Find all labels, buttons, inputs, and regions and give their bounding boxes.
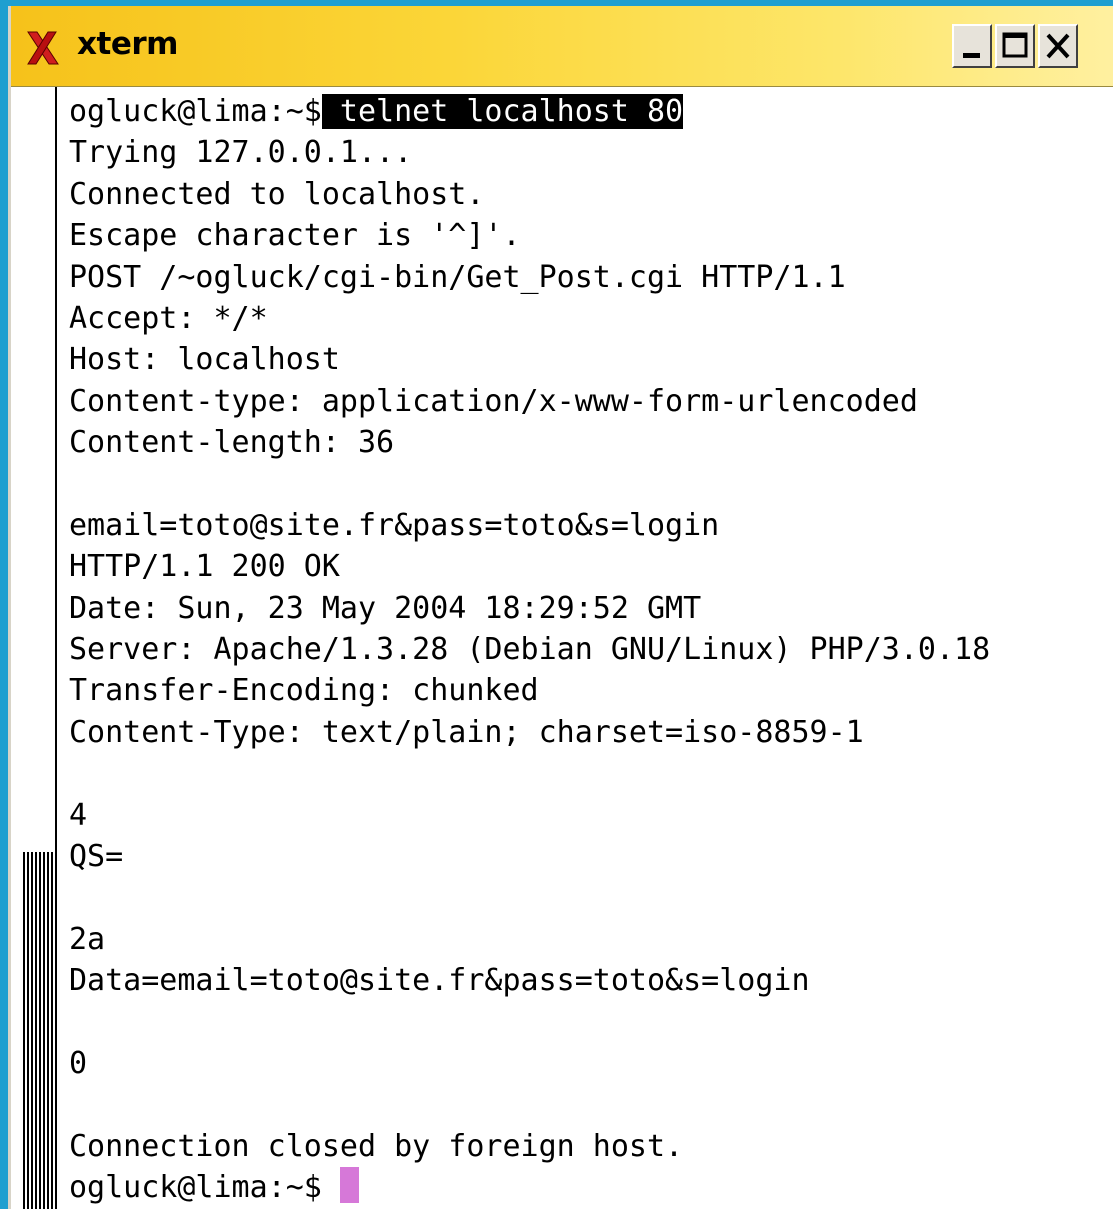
scrollbar[interactable] <box>11 87 57 1209</box>
terminal-line: Data=email=toto@site.fr&pass=toto&s=logi… <box>69 963 810 999</box>
command-line: ogluck@lima:~$ telnet localhost 80 <box>69 91 1113 132</box>
terminal-line: 2a <box>69 921 106 957</box>
final-prompt: ogluck@lima:~$ <box>69 1170 340 1206</box>
terminal-line: Content-length: 36 <box>69 425 395 461</box>
final-prompt-line: ogluck@lima:~$ <box>69 1167 1113 1208</box>
title-bar[interactable]: xterm <box>11 6 1113 87</box>
terminal-line: Transfer-Encoding: chunked <box>69 673 539 709</box>
terminal-line: HTTP/1.1 200 OK <box>69 549 340 585</box>
text-cursor <box>339 1167 359 1204</box>
terminal-line: QS= <box>69 839 124 875</box>
maximize-button[interactable] <box>995 24 1035 68</box>
terminal-line: email=toto@site.fr&pass=toto&s=login <box>69 507 720 543</box>
terminal-output[interactable]: ogluck@lima:~$ telnet localhost 80 Tryin… <box>69 91 1113 1209</box>
close-button[interactable] <box>1038 24 1078 68</box>
window-title: xterm <box>77 26 178 62</box>
terminal-line: Host: localhost <box>69 342 340 378</box>
selected-command: telnet localhost 80 <box>321 94 684 129</box>
terminal-line: Connected to localhost. <box>69 176 485 212</box>
xterm-window: xterm ogluck@lima:~$ telnet localhost 80… <box>8 6 1113 1209</box>
scrollbar-thumb[interactable] <box>23 852 53 1209</box>
terminal-line: 0 <box>69 1045 88 1081</box>
terminal-line: POST /~ogluck/cgi-bin/Get_Post.cgi HTTP/… <box>69 259 846 295</box>
terminal-line: Date: Sun, 23 May 2004 18:29:52 GMT <box>69 590 702 626</box>
terminal-line: Trying 127.0.0.1... <box>69 135 413 171</box>
terminal-line: Content-Type: text/plain; charset=iso-88… <box>69 714 864 750</box>
prompt: ogluck@lima:~$ <box>69 94 322 129</box>
terminal-line: Accept: */* <box>69 300 268 336</box>
terminal-line: Connection closed by foreign host. <box>69 1128 684 1164</box>
terminal-line: Server: Apache/1.3.28 (Debian GNU/Linux)… <box>69 632 991 668</box>
terminal-area[interactable]: ogluck@lima:~$ telnet localhost 80 Tryin… <box>11 87 1113 1209</box>
terminal-line: Content-type: application/x-www-form-url… <box>69 383 918 419</box>
terminal-line: Escape character is '^]'. <box>69 218 521 254</box>
minimize-button[interactable] <box>952 24 992 68</box>
xterm-x-icon[interactable] <box>25 28 61 68</box>
terminal-line: 4 <box>69 797 88 833</box>
